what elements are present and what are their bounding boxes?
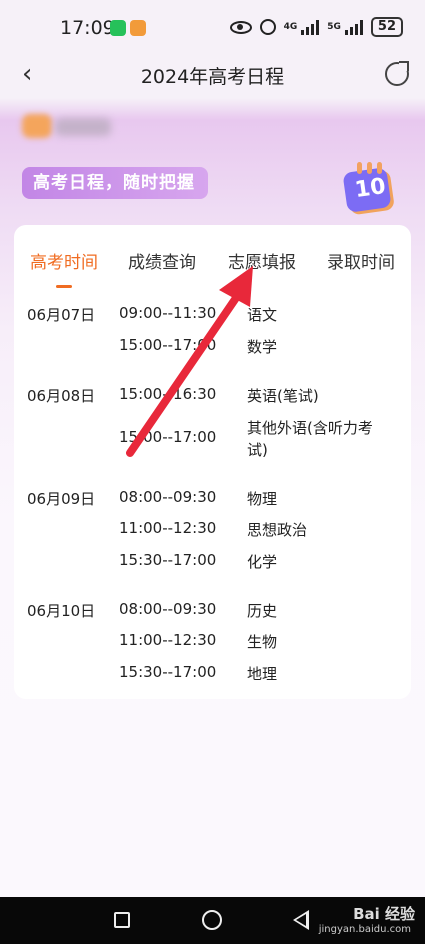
blurred-brand-name: [55, 118, 111, 136]
day-date: 06月10日: [27, 602, 96, 620]
slot-time: 15:30--17:00: [119, 551, 217, 569]
watermark-brand: Bai 经验: [353, 905, 415, 923]
slot-time: 08:00--09:30: [119, 488, 217, 506]
day-date: 06月08日: [27, 387, 96, 405]
battery-indicator: 52: [370, 17, 403, 37]
page-title: 2024年高考日程: [140, 66, 285, 88]
slot-subject: 数学: [247, 338, 278, 356]
signal-icon: [301, 19, 320, 35]
blurred-logo: [22, 114, 52, 138]
app-notification-icon: [130, 20, 146, 36]
slot-subject: 生物: [247, 633, 278, 651]
alarm-icon: [259, 19, 276, 35]
slot-time: 08:00--09:30: [119, 600, 217, 618]
signal-icon-2: [344, 19, 363, 35]
network-5g-label: 5G: [327, 22, 341, 32]
eye-comfort-icon: [229, 20, 252, 34]
slot-subject: 思想政治: [247, 521, 308, 539]
back-triangle-icon[interactable]: [293, 910, 309, 930]
app-header: ‹ 2024年高考日程: [0, 56, 425, 96]
slot-time: 11:00--12:30: [119, 519, 217, 537]
tab-volunteer-application[interactable]: 志愿填报: [228, 248, 296, 273]
slot-time: 09:00--11:30: [119, 304, 217, 322]
status-icons: 4G 5G 52: [229, 17, 403, 37]
day-date: 06月07日: [27, 306, 96, 324]
slot-subject: 语文: [247, 306, 278, 324]
slot-subject: 物理: [247, 490, 278, 508]
calendar-icon: 10: [342, 160, 393, 213]
status-bar: 17:09 4G 5G 52: [0, 0, 425, 56]
tab-bar: 高考时间 成绩查询 志愿填报 录取时间: [14, 225, 411, 291]
slot-time: 15:00--16:30: [119, 385, 217, 403]
slot-subject: 其他外语(含听力考试): [247, 419, 373, 459]
slot-time: 15:00--17:00: [119, 336, 217, 354]
calendar-number: 10: [353, 173, 388, 204]
slot-subject: 化学: [247, 553, 278, 571]
tab-score-query[interactable]: 成绩查询: [128, 248, 196, 273]
active-tab-indicator: [56, 285, 72, 288]
wechat-icon: [110, 20, 126, 36]
watermark-url: jingyan.baidu.com: [318, 924, 411, 935]
slot-time: 11:00--12:30: [119, 631, 217, 649]
slot-subject: 英语(笔试): [247, 387, 319, 405]
slot-time: 15:30--17:00: [119, 663, 217, 681]
share-icon[interactable]: [385, 61, 409, 86]
schedule-card: 高考时间 成绩查询 志愿填报 录取时间 06月07日 09:00--11:30 …: [14, 225, 411, 699]
status-time: 17:09: [60, 17, 115, 39]
recent-apps-icon[interactable]: [114, 912, 130, 928]
system-nav-bar: Bai 经验 jingyan.baidu.com: [0, 897, 425, 944]
slot-subject: 历史: [247, 602, 278, 620]
network-4g-label: 4G: [283, 22, 298, 32]
slot-subject: 地理: [247, 665, 278, 683]
slot-time: 15:00--17:00: [119, 428, 217, 446]
tab-exam-time[interactable]: 高考时间: [30, 248, 98, 273]
tab-admission-time[interactable]: 录取时间: [327, 248, 395, 273]
banner-tagline: 高考日程，随时把握: [22, 167, 208, 199]
day-date: 06月09日: [27, 490, 96, 508]
home-icon[interactable]: [202, 910, 222, 930]
